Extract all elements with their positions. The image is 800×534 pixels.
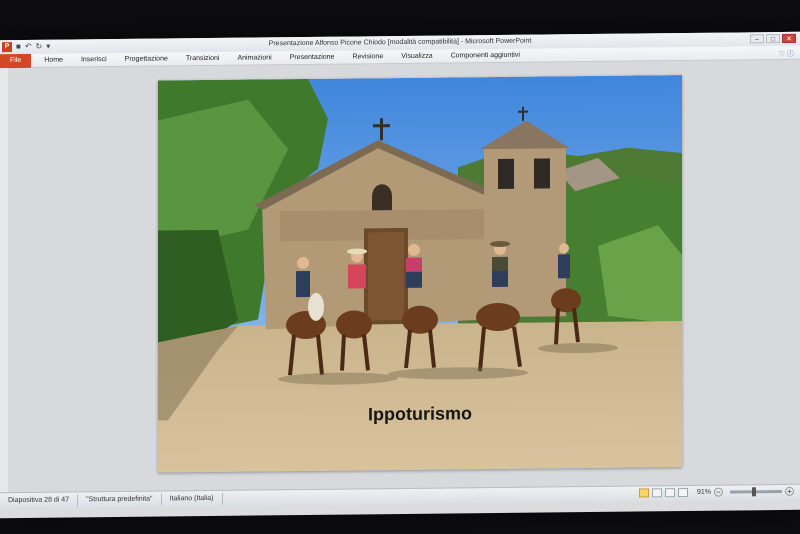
slide-sorter-view-button[interactable] [651, 488, 662, 498]
theme-name[interactable]: "Struttura predefinita" [78, 492, 162, 506]
close-button[interactable]: ✕ [782, 33, 796, 43]
tab-home[interactable]: Home [35, 53, 72, 67]
tab-animazioni[interactable]: Animazioni [228, 51, 280, 66]
tab-file[interactable]: File [0, 53, 32, 68]
view-controls: 91% − + [638, 486, 794, 498]
projected-screen: P ■ ↶ ↻ ▾ Presentazione Alfonso Picone C… [0, 31, 800, 519]
language-indicator[interactable]: Italiano (Italia) [161, 492, 223, 505]
minimize-button[interactable]: – [750, 34, 764, 44]
slide-canvas[interactable]: Ippoturismo [158, 75, 682, 473]
maximize-button[interactable]: □ [766, 34, 780, 44]
tab-inserisci[interactable]: Inserisci [72, 52, 116, 66]
slide-editing-area[interactable]: Ippoturismo [0, 59, 800, 493]
zoom-out-button[interactable]: − [714, 487, 723, 497]
zoom-level[interactable]: 91% [697, 489, 711, 496]
slideshow-view-button[interactable] [677, 487, 688, 498]
tab-presentazione[interactable]: Presentazione [281, 50, 344, 65]
zoom-slider[interactable] [730, 487, 782, 497]
window-controls: – □ ✕ [750, 33, 796, 44]
help-icon[interactable]: ♡ ⓘ [779, 49, 794, 59]
tab-progettazione[interactable]: Progettazione [116, 52, 177, 67]
normal-view-button[interactable] [638, 488, 649, 498]
zoom-slider-knob[interactable] [752, 487, 756, 497]
tab-visualizza[interactable]: Visualizza [392, 49, 441, 64]
tab-transizioni[interactable]: Transizioni [177, 51, 229, 66]
tab-componenti-aggiuntivi[interactable]: Componenti aggiuntivi [442, 48, 529, 63]
zoom-in-button[interactable]: + [785, 486, 794, 496]
slide-indicator: Diapositiva 28 di 47 [0, 493, 79, 507]
tab-revisione[interactable]: Revisione [343, 50, 392, 65]
reading-view-button[interactable] [664, 488, 675, 498]
